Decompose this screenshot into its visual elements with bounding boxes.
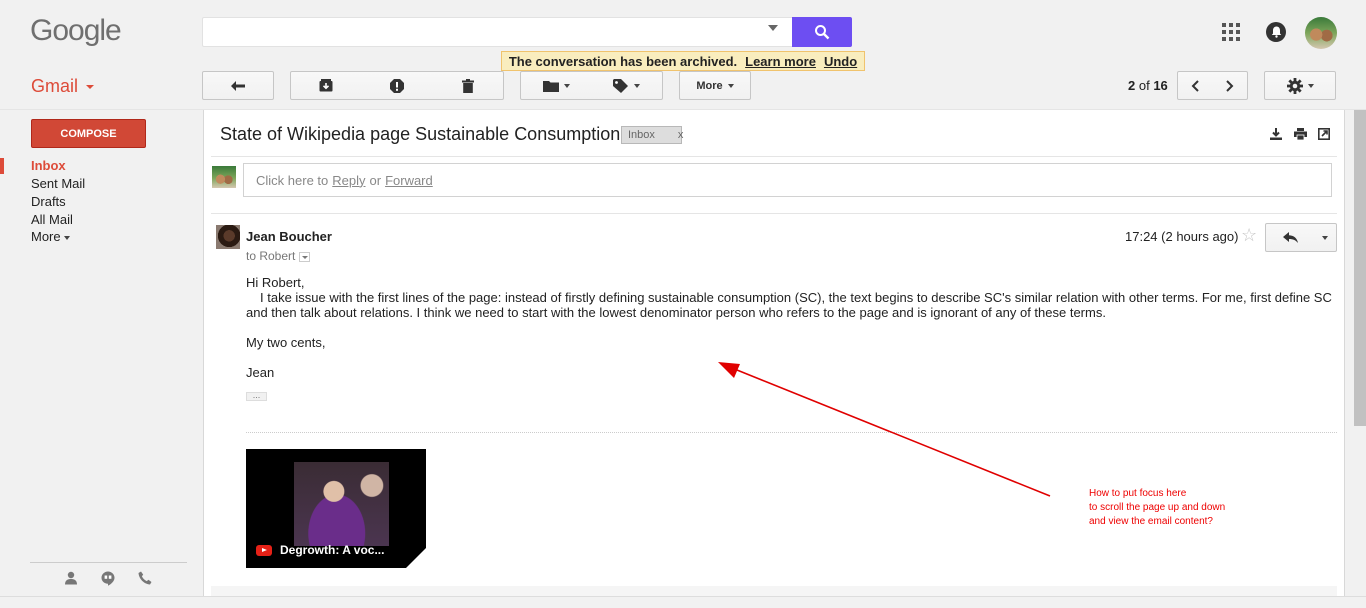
sidebar-item-drafts[interactable]: Drafts [31,194,66,209]
move-to-button[interactable] [520,71,592,100]
back-to-inbox-button[interactable] [202,71,274,100]
show-details-dropdown-icon[interactable] [299,251,311,262]
page-scrollbar-thumb[interactable] [1354,110,1366,426]
newer-conversation-button[interactable] [1177,71,1213,100]
folder-icon [542,80,559,92]
sender-avatar[interactable] [216,225,240,249]
message-more-caret-icon [1322,235,1328,240]
chevron-left-icon [1191,79,1199,92]
phone-call-icon[interactable] [138,571,152,588]
sender-name[interactable]: Jean Boucher [246,229,332,244]
label-tag-icon [613,78,628,93]
annotation-arrow [718,362,1051,497]
google-logo[interactable]: Google [30,14,122,48]
forward-link[interactable]: Forward [385,173,433,188]
message-timestamp: 17:24 (2 hours ago) [1125,229,1239,244]
bottom-tab-bar [0,596,1366,608]
more-actions-button[interactable]: More [679,71,751,100]
conversation-subject: State of Wikipedia page Sustainable Cons… [220,124,621,144]
older-conversation-button[interactable] [1212,71,1248,100]
apps-grid-icon[interactable] [1222,23,1240,41]
archived-notice: The conversation has been archived. Lear… [501,51,865,71]
reply-arrow-icon [1282,232,1298,243]
search-icon [815,25,830,40]
spam-icon [389,78,404,93]
learn-more-link[interactable]: Learn more [745,54,816,69]
labels-caret-icon [634,83,640,88]
message-more-options-button[interactable] [1314,223,1337,252]
youtube-play-icon [256,544,272,556]
search-input[interactable] [202,17,792,47]
recipient-text: to Robert [246,249,296,263]
reply-divider [211,213,1337,214]
archive-icon [319,79,333,92]
trash-icon [461,78,474,93]
move-to-caret-icon [563,83,570,88]
subject-divider [211,156,1337,157]
settings-caret-icon [1307,83,1314,88]
undo-link[interactable]: Undo [824,54,857,69]
notifications-bell-icon[interactable] [1266,22,1286,42]
message-paragraph: I take issue with the first lines of the… [246,290,1332,320]
annotation-note: How to put focus here to scroll the page… [1089,488,1226,527]
sidebar-item-more[interactable]: More [31,229,70,244]
star-icon[interactable]: ☆ [1241,226,1257,244]
download-icon[interactable] [1270,128,1282,143]
video-thumbnail [294,462,389,546]
quick-reply-box[interactable]: Click here to Reply or Forward [243,163,1332,197]
back-arrow-icon [231,80,245,91]
video-title: Degrowth: A voc... [280,543,385,557]
hangouts-icon[interactable] [101,571,115,589]
remove-label-button[interactable]: x [678,129,684,141]
sidebar-more-caret-icon [63,235,70,240]
chevron-right-icon [1225,79,1233,92]
gmail-caret-icon[interactable] [86,85,94,89]
open-in-new-window-icon[interactable] [1318,128,1330,143]
more-caret-icon [727,83,734,88]
notice-text: The conversation has been archived. [508,53,738,69]
sidebar-item-sent-mail[interactable]: Sent Mail [31,176,85,191]
more-actions-label: More [696,79,723,92]
sidebar-divider [30,562,187,563]
settings-button[interactable] [1264,71,1336,100]
sidebar-item-inbox[interactable]: Inbox [31,158,66,173]
inbox-label-chip[interactable]: Inbox x [621,126,684,144]
pagination-status: 2 of 16 [1128,78,1168,93]
active-nav-indicator [0,158,4,174]
search-options-dropdown-icon[interactable] [768,25,778,31]
reply-link[interactable]: Reply [332,173,365,188]
print-icon[interactable] [1294,128,1307,143]
video-corner-fold [406,548,426,568]
pager-total: 16 [1153,78,1168,93]
recipient-line[interactable]: to Robert [246,249,311,263]
pager-of: of [1138,78,1150,93]
contacts-person-icon[interactable] [64,571,78,588]
reply-button[interactable] [1265,223,1315,252]
compose-button[interactable]: COMPOSE [31,119,146,148]
pager-current: 2 [1128,78,1136,93]
search-button[interactable] [792,17,852,47]
my-avatar [212,166,236,188]
sidebar-item-all-mail[interactable]: All Mail [31,212,73,227]
archive-button[interactable] [290,71,362,100]
message-closing: My two cents, [246,335,326,350]
gmail-app-switcher[interactable]: Gmail [31,76,78,97]
gear-icon [1286,77,1303,94]
video-caption: Degrowth: A voc... [256,543,384,557]
sidebar-more-label: More [31,229,61,244]
label-chip-text: Inbox [628,129,655,141]
account-avatar[interactable] [1305,17,1337,49]
reply-prompt-or: or [369,172,382,188]
show-trimmed-content-button[interactable]: ... [246,391,267,401]
reply-prompt-prefix: Click here to [256,172,329,188]
report-spam-button[interactable] [361,71,433,100]
labels-button[interactable] [591,71,663,100]
message-greeting: Hi Robert, [246,275,305,290]
delete-button[interactable] [432,71,504,100]
youtube-video-preview[interactable]: Degrowth: A voc... [246,449,426,568]
